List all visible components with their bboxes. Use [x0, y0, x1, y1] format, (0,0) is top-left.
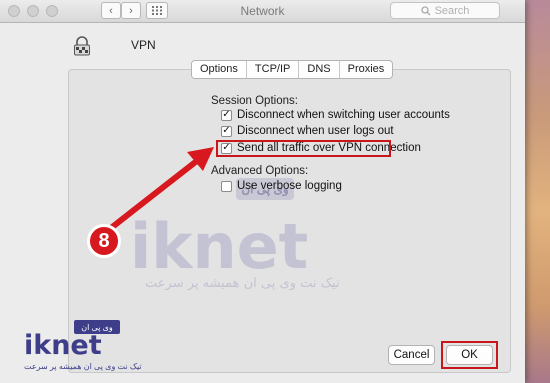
logo-wordmark: iknet	[24, 330, 102, 361]
cancel-button[interactable]: Cancel	[388, 345, 435, 365]
tab-bar: Options TCP/IP DNS Proxies	[191, 60, 394, 79]
ok-highlight	[441, 341, 498, 369]
step-number-badge: 8	[87, 224, 121, 258]
tab-proxies[interactable]: Proxies	[340, 61, 393, 78]
network-window: ‹ › Network Search VPN Options TCP/IP DN…	[0, 0, 525, 383]
tab-tcp-ip[interactable]: TCP/IP	[247, 61, 300, 78]
logo-tagline: تیک نت وی پی ان همیشه پر سرعت	[24, 362, 142, 371]
tab-dns[interactable]: DNS	[299, 61, 340, 78]
tab-options[interactable]: Options	[192, 61, 247, 78]
